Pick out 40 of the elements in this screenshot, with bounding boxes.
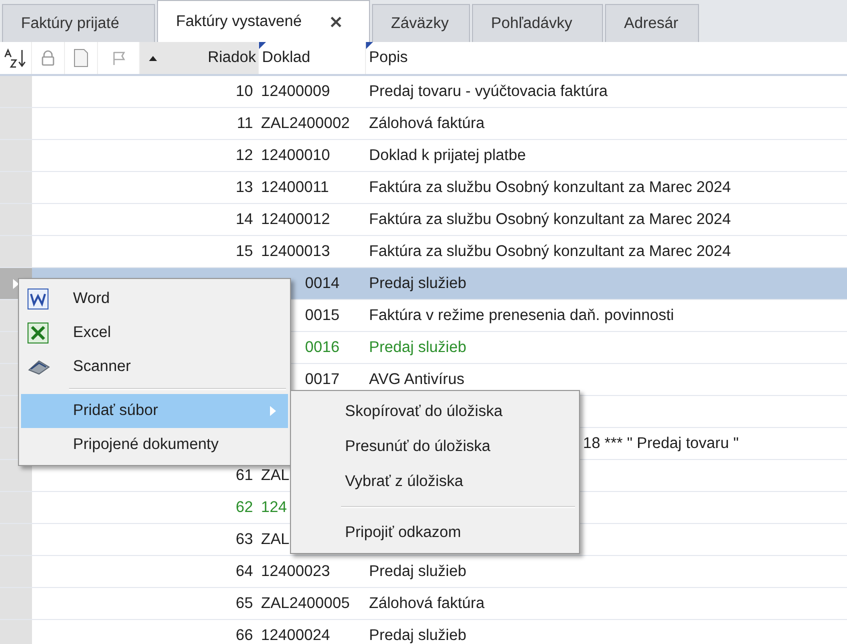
table-cell-text: 12400010 [260, 146, 331, 166]
table-cell-text: Faktúra za službu Osobný konzultant za Marec 2024 [368, 210, 732, 230]
table-cell-text: 13 [234, 178, 254, 198]
table-cell-text: Predaj tovaru - vyúčtovacia faktúra [368, 82, 609, 102]
table-cell-text: 63 [234, 530, 254, 550]
table-cell-text: Zálohová faktúra [368, 594, 486, 614]
table-cell-text: Predaj služieb [368, 274, 468, 294]
table-cell-text: 64 [234, 562, 254, 582]
table-cell-text: 0016 [304, 338, 340, 358]
table-cell-text: Faktúra za službu Osobný konzultant za Marec 2024 [368, 242, 732, 262]
table-cell-text: ZAL2400002 [260, 114, 351, 134]
table-cell-text: Zálohová faktúra [368, 114, 486, 134]
table-cell-text: Predaj služieb [368, 338, 468, 358]
table-cell-text: 12400013 [260, 242, 331, 262]
table-cell-text: Predaj služieb [368, 562, 468, 582]
table-cell-text: 0014 [304, 274, 340, 294]
table-cell-text: Doklad k prijatej platbe [368, 146, 527, 166]
table-cell-text: 0015 [304, 306, 340, 326]
table-cell-text: 0017 [304, 370, 340, 390]
table-cell-text: ZAL2400005 [260, 594, 351, 614]
table-cell-text: 18 *** " Predaj tovaru " [582, 434, 739, 454]
table-cell-text: 66 [234, 626, 254, 644]
table-cell-text: AVG Antivírus [368, 370, 466, 390]
table-cell-text: Faktúra v režime prenesenia daň. povinnosti [368, 306, 675, 326]
table-cell-text: 124 [260, 498, 288, 518]
table-cell-text: 12400023 [260, 562, 331, 582]
table-cell-text: 12 [234, 146, 254, 166]
table-cell-text: Predaj služieb [368, 626, 468, 644]
table-cell-text: 10 [234, 82, 254, 102]
table-cell-text: 12400012 [260, 210, 331, 230]
table-cell-text: 12400009 [260, 82, 331, 102]
table-cell-text: 12400011 [260, 178, 330, 198]
table-cell-text: 11 [236, 114, 254, 134]
table-cell-text: Faktúra za službu Osobný konzultant za Marec 2024 [368, 178, 732, 198]
table-cell-text: 61 [234, 466, 254, 486]
table-cell-text: 15 [234, 242, 254, 262]
table-cell-text: 62 [234, 498, 254, 518]
table-cell-text: 65 [234, 594, 254, 614]
table-cell-text: 12400024 [260, 626, 331, 644]
table-cell-text: 14 [234, 210, 254, 230]
